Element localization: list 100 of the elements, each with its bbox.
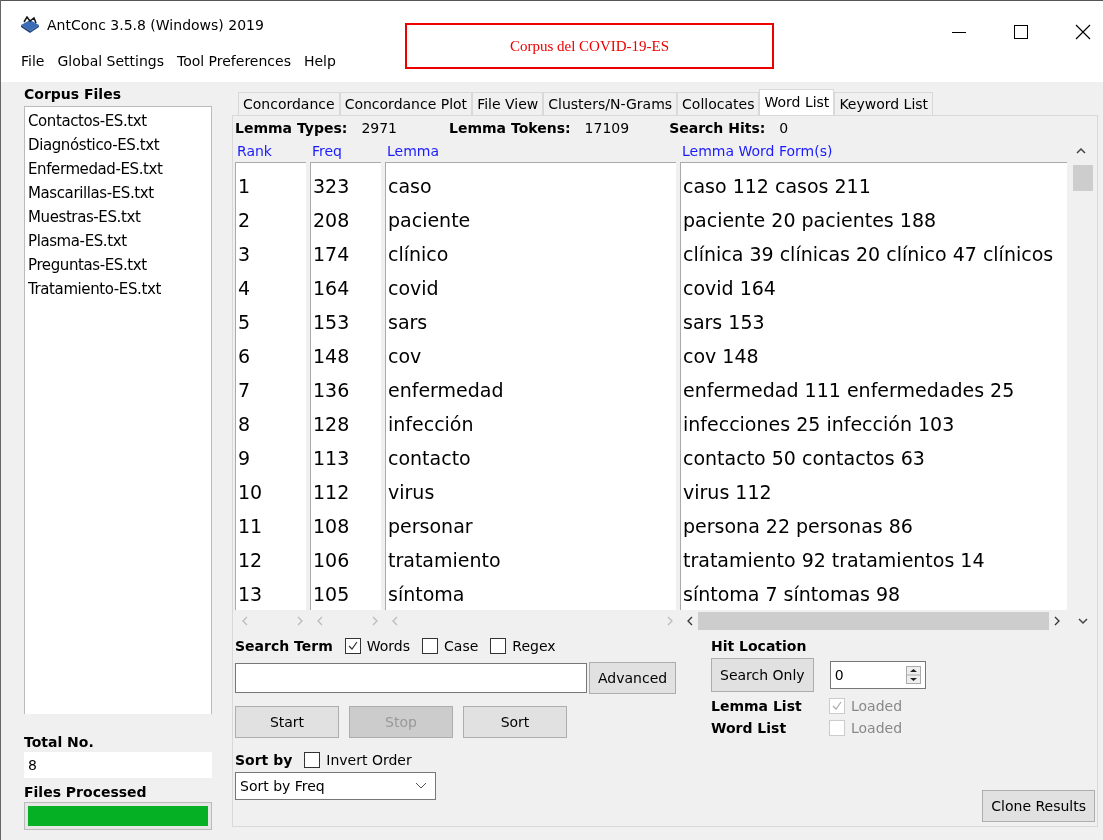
table-cell-text: 3: [237, 242, 252, 267]
close-icon[interactable]: [1075, 24, 1091, 40]
corpus-files-heading: Corpus Files: [24, 86, 122, 104]
checkbox[interactable]: [422, 638, 439, 654]
search-only-button[interactable]: Search Only: [711, 658, 814, 692]
spinner-arrows-icon[interactable]: [905, 666, 921, 684]
corpus-file-item[interactable]: Tratamiento-ES.txt: [28, 278, 208, 302]
table-cell-text: 1: [237, 174, 252, 199]
hit-location-label: Hit Location: [711, 638, 808, 654]
tab[interactable]: Concordance: [238, 92, 340, 115]
checkbox-label: Loaded: [851, 698, 903, 714]
corpus-file-item[interactable]: Diagnóstico-ES.txt: [28, 134, 208, 158]
table-cell-text: 153: [312, 310, 351, 335]
total-no-label: Total No.: [24, 734, 95, 750]
corpus-file-item[interactable]: Contactos-ES.txt: [28, 110, 208, 134]
action-button[interactable]: Start: [235, 706, 339, 738]
table-cell-text: contacto: [387, 446, 472, 471]
menu-item[interactable]: Help: [303, 53, 336, 69]
tab[interactable]: Concordance Plot: [339, 92, 473, 115]
corpus-file-item[interactable]: Muestras-ES.txt: [28, 206, 208, 230]
checkbox-label: Invert Order: [326, 752, 412, 768]
table-cell-text: caso: [387, 174, 433, 199]
dropdown-caret-icon: [415, 782, 427, 790]
menu-item[interactable]: Tool Preferences: [176, 53, 291, 69]
table-cell-text: tratamiento 92 tratamientos 14: [682, 548, 986, 573]
search-term-label: Search Term: [235, 638, 333, 654]
table-cell-text: virus 112: [682, 480, 773, 505]
table-cell-text: 136: [312, 378, 351, 403]
table-cell-text: enfermedad: [387, 378, 505, 403]
sort-by-label: Sort by: [235, 752, 293, 768]
column-header[interactable]: Freq: [308, 143, 383, 159]
table-cell-text: caso 112 casos 211: [682, 174, 872, 199]
checkbox[interactable]: [490, 638, 507, 654]
column-header[interactable]: Lemma: [383, 143, 678, 159]
scroll-right-icon[interactable]: [1053, 616, 1061, 626]
column-header[interactable]: Rank: [233, 143, 308, 159]
table-cell-text: covid 164: [682, 276, 777, 301]
search-field[interactable]: [235, 663, 587, 693]
files-processed-label: Files Processed: [24, 784, 148, 800]
stat-value: 17109: [584, 120, 630, 136]
table-cell-text: 128: [312, 412, 351, 437]
table-cell-text: 9: [237, 446, 252, 471]
table-cell-text: clínico: [387, 242, 450, 267]
stat-label: Lemma Tokens:: [449, 120, 571, 136]
table-cell-text: 105: [312, 582, 351, 607]
table-cell-text: covid: [387, 276, 440, 301]
window-title: AntConc 3.5.8 (Windows) 2019: [47, 17, 264, 33]
table-cell-text: paciente 20 pacientes 188: [682, 208, 938, 233]
stat-value: 0: [779, 120, 789, 136]
tab[interactable]: Collocates: [677, 92, 760, 115]
table-cell-text: infecciones 25 infección 103: [682, 412, 956, 437]
checkbox-label: Case: [444, 638, 479, 654]
tab[interactable]: Word List: [759, 89, 835, 115]
table-cell-text: infección: [387, 412, 475, 437]
checkbox[interactable]: [344, 638, 361, 654]
table-cell-text: sars: [387, 310, 429, 335]
tab[interactable]: Keyword List: [834, 92, 934, 115]
stat-label: Lemma Types:: [235, 120, 348, 136]
table-cell-text: 148: [312, 344, 351, 369]
clone-results-button[interactable]: Clone Results: [982, 790, 1095, 822]
advanced-button[interactable]: Advanced: [589, 662, 677, 694]
checkbox[interactable]: [304, 752, 321, 768]
table-cell-text: 13: [237, 582, 264, 607]
corpus-file-item[interactable]: Mascarillas-ES.txt: [28, 182, 208, 206]
table-cell-text: 112: [312, 480, 351, 505]
list-label: Word List: [711, 720, 788, 736]
corpus-file-item[interactable]: Plasma-ES.txt: [28, 230, 208, 254]
table-cell-text: 11: [237, 514, 264, 539]
table-cell-text: tratamiento: [387, 548, 502, 573]
horizontal-scrollbar[interactable]: [698, 612, 1049, 630]
sort-dropdown[interactable]: Sort by Freq: [235, 772, 436, 800]
checkbox-label: Regex: [512, 638, 556, 654]
table-cell-text: 323: [312, 174, 351, 199]
scroll-down-icon[interactable]: [1077, 616, 1089, 626]
tab[interactable]: Clusters/N-Grams: [543, 92, 678, 115]
tab[interactable]: File View: [472, 92, 544, 115]
table-cell-text: 2: [237, 208, 252, 233]
table-cell-text: 164: [312, 276, 351, 301]
table-cell-text: cov: [387, 344, 423, 369]
maximize-icon[interactable]: [1013, 24, 1029, 40]
number-spinner[interactable]: 0: [829, 661, 926, 689]
corpus-file-item[interactable]: Preguntas-ES.txt: [28, 254, 208, 278]
list-label: Lemma List: [711, 698, 803, 714]
table-cell-text: 10: [237, 480, 264, 505]
table-cell-text: 6: [237, 344, 252, 369]
scroll-left-icon[interactable]: [686, 616, 694, 626]
action-button[interactable]: Sort: [463, 706, 567, 738]
column-header[interactable]: Lemma Word Form(s): [678, 143, 1069, 159]
table-cell-text: persona 22 personas 86: [682, 514, 914, 539]
menu-item[interactable]: Global Settings: [57, 53, 164, 69]
stat-label: Search Hits:: [669, 120, 766, 136]
table-cell-text: paciente: [387, 208, 472, 233]
corpus-file-item[interactable]: Enfermedad-ES.txt: [28, 158, 208, 182]
table-cell-text: 113: [312, 446, 351, 471]
table-cell-text: cov 148: [682, 344, 760, 369]
table-cell-text: enfermedad 111 enfermedades 25: [682, 378, 1016, 403]
scroll-up-icon[interactable]: [1075, 146, 1087, 156]
table-cell-text: 174: [312, 242, 351, 267]
table-cell-text: 208: [312, 208, 351, 233]
menu-item[interactable]: File: [21, 53, 45, 69]
